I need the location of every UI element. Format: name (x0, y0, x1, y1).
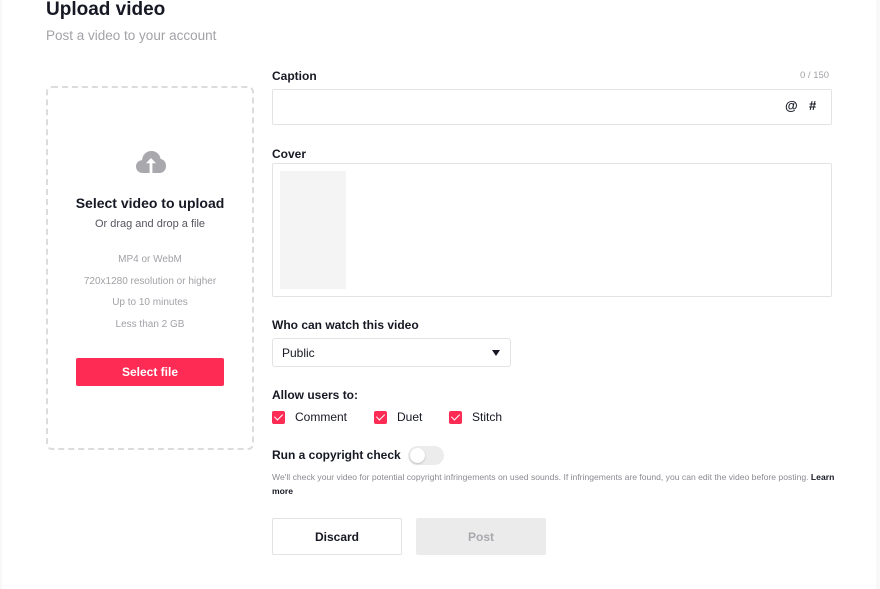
checkbox-checked-icon[interactable] (374, 410, 387, 424)
caption-field[interactable]: @ # (272, 89, 832, 125)
checkbox-label: Duet (397, 410, 423, 424)
spec-size: Less than 2 GB (115, 319, 185, 330)
post-button[interactable]: Post (416, 518, 546, 555)
cloud-upload-icon (136, 151, 166, 173)
caption-counter: 0 / 150 (800, 70, 830, 81)
checkbox-label: Comment (295, 410, 348, 424)
caret-down-icon (492, 350, 500, 356)
select-file-button[interactable]: Select file (76, 358, 224, 386)
copyright-note-text: We'll check your video for potential cop… (272, 472, 809, 482)
page-subtitle: Post a video to your account (46, 28, 217, 43)
checkbox-stitch[interactable]: Stitch (449, 409, 502, 425)
checkbox-comment[interactable]: Comment (272, 409, 347, 425)
cover-selector[interactable] (272, 163, 832, 297)
allow-label: Allow users to: (272, 388, 359, 402)
caption-label: Caption (272, 69, 317, 83)
privacy-label: Who can watch this video (272, 318, 419, 332)
privacy-select[interactable]: Public (272, 338, 511, 367)
privacy-selected-value: Public (282, 346, 315, 360)
copyright-label: Run a copyright check (272, 448, 401, 462)
toggle-knob (410, 448, 425, 463)
mention-icon[interactable]: @ (785, 98, 798, 113)
upload-subtitle: Or drag and drop a file (94, 218, 206, 230)
hashtag-icon[interactable]: # (809, 98, 816, 113)
spec-resolution: 720x1280 resolution or higher (83, 276, 217, 287)
checkbox-checked-icon[interactable] (272, 410, 285, 424)
spec-duration: Up to 10 minutes (112, 297, 188, 308)
caption-input[interactable] (281, 96, 775, 120)
cover-thumbnail[interactable] (280, 171, 346, 289)
checkbox-label: Stitch (472, 410, 503, 424)
copyright-note: We'll check your video for potential cop… (272, 470, 838, 498)
checkbox-duet[interactable]: Duet (374, 409, 422, 425)
spec-format: MP4 or WebM (118, 254, 182, 265)
copyright-toggle[interactable] (408, 446, 444, 465)
discard-button[interactable]: Discard (272, 518, 402, 555)
upload-dropzone[interactable]: Select video to upload Or drag and drop … (46, 86, 254, 450)
cover-label: Cover (272, 147, 307, 161)
checkbox-checked-icon[interactable] (449, 410, 462, 424)
upload-page: Upload video Post a video to your accoun… (2, 0, 876, 589)
page-title: Upload video (46, 0, 166, 20)
upload-title: Select video to upload (75, 195, 225, 211)
